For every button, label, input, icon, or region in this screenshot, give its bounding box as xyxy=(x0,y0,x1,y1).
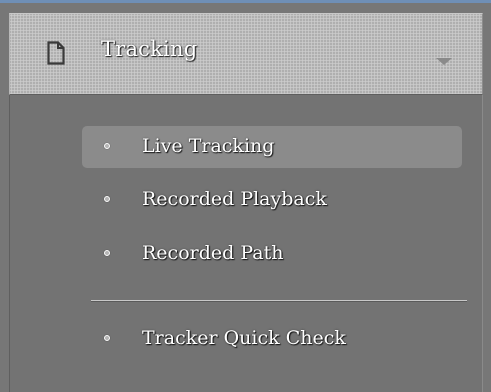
menu-item-live-tracking[interactable]: Live Tracking xyxy=(82,126,462,168)
bullet-icon xyxy=(104,143,110,149)
page-icon xyxy=(47,41,65,65)
menu-item-label: Live Tracking xyxy=(142,135,275,157)
bullet-icon xyxy=(104,250,110,256)
menu-item-label: Recorded Path xyxy=(142,242,284,264)
bullet-icon xyxy=(104,196,110,202)
tracking-section-header[interactable]: Tracking xyxy=(9,13,483,95)
menu-item-tracker-quick-check[interactable]: Tracker Quick Check xyxy=(82,318,462,360)
menu-item-label: Tracker Quick Check xyxy=(142,327,346,349)
menu-item-recorded-playback[interactable]: Recorded Playback xyxy=(82,179,462,221)
chevron-down-icon[interactable] xyxy=(436,58,452,65)
menu-divider xyxy=(91,300,467,302)
menu-item-label: Recorded Playback xyxy=(142,188,327,210)
menu-item-recorded-path[interactable]: Recorded Path xyxy=(82,233,462,275)
bullet-icon xyxy=(104,335,110,341)
tracking-panel: Tracking Live Tracking Recorded Playback… xyxy=(0,0,491,392)
tracking-submenu: Live Tracking Recorded Playback Recorded… xyxy=(9,95,483,392)
section-title: Tracking xyxy=(101,37,198,61)
